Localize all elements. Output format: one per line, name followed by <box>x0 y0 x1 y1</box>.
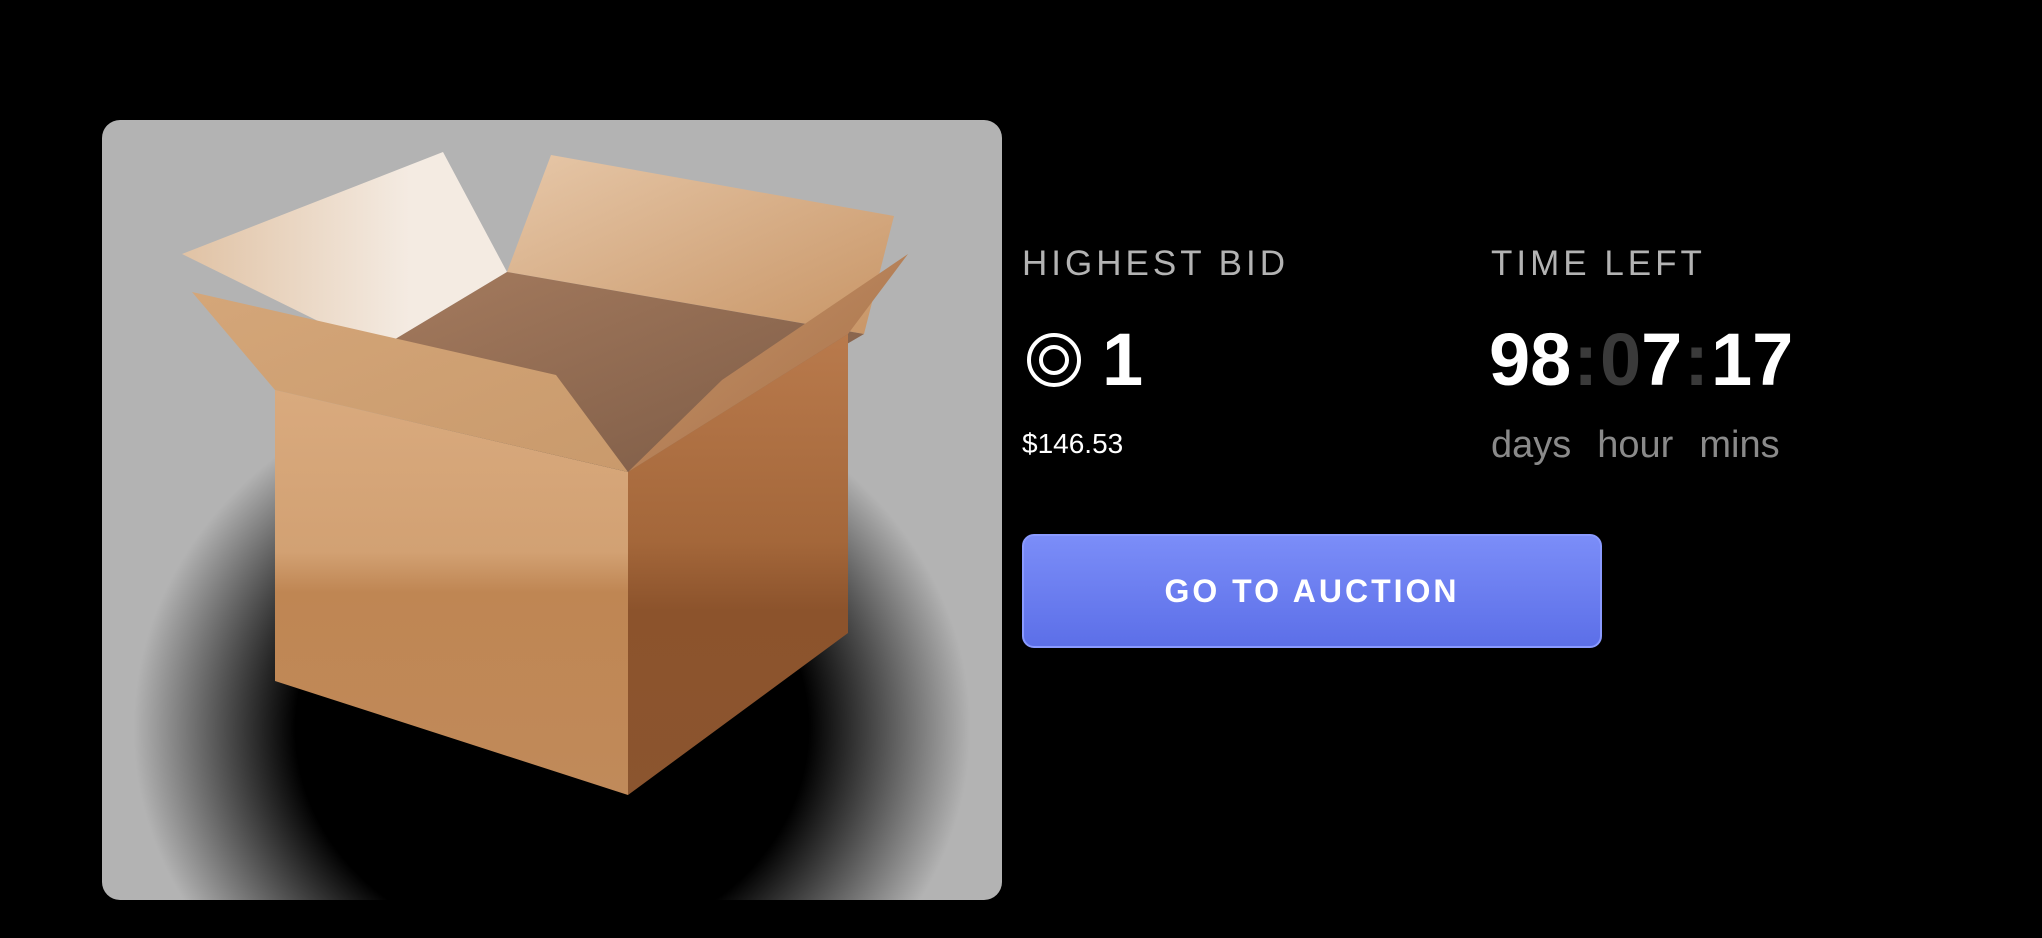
go-to-auction-button[interactable]: GO TO AUCTION <box>1022 534 1602 648</box>
timer-separator: : <box>1684 318 1709 401</box>
unit-hour: hour <box>1597 424 1674 466</box>
timer-mins: 17 <box>1710 318 1794 401</box>
highest-bid-amount: 1 <box>1102 318 1144 401</box>
highest-bid-usd: $146.53 <box>1022 428 1124 459</box>
highest-bid-value-row: 1 <box>1026 322 1143 398</box>
product-image <box>102 120 1002 900</box>
timer-separator: : <box>1573 318 1598 401</box>
time-left-label: TIME LEFT <box>1491 244 1706 283</box>
auction-page: HIGHEST BID 1 $146.53 TIME LEFT 98 : 0 7… <box>0 0 2042 938</box>
unit-mins: mins <box>1699 424 1780 466</box>
coin-icon <box>1027 333 1081 387</box>
timer-hours-leading: 0 <box>1599 318 1642 401</box>
timer-units: days hour mins <box>1491 426 1780 464</box>
highest-bid-label: HIGHEST BID <box>1022 244 1290 283</box>
unit-days: days <box>1491 424 1572 466</box>
timer-days: 98 <box>1489 318 1572 401</box>
timer-hours: 7 <box>1641 318 1683 401</box>
countdown-timer: 98 : 0 7 : 17 <box>1489 322 1793 398</box>
cardboard-box-illustration <box>102 120 1002 900</box>
